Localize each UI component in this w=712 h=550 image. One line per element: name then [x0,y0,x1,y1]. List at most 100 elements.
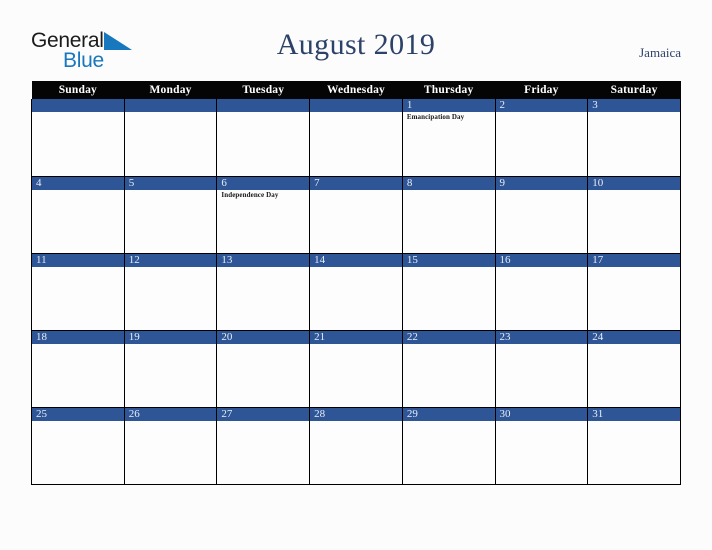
calendar-day-cell[interactable]: 8 [401,176,496,254]
calendar-day-cell[interactable]: 21 [309,330,403,408]
day-events [496,421,588,422]
day-events [496,267,588,268]
day-number: 26 [124,407,217,421]
day-number: 21 [310,330,402,344]
calendar-week-row: 18 19 20 21 22 23 24 [31,330,681,408]
day-events [588,190,680,191]
calendar-day-cell[interactable]: 14 [309,253,403,331]
calendar-day-cell[interactable]: 18 [31,330,125,408]
calendar-day-cell[interactable]: 9 [494,176,589,254]
day-events [403,190,495,191]
day-number: 8 [402,176,495,190]
calendar-day-cell[interactable]: 30 [494,407,589,485]
day-events [32,190,124,191]
day-events [588,267,680,268]
day-events [310,112,402,113]
day-number: 12 [124,253,217,267]
calendar-day-cell[interactable]: 13 [216,253,311,331]
calendar-day-cell[interactable]: 4 [31,176,125,254]
calendar-day-cell[interactable]: 28 [309,407,403,485]
day-number: 11 [32,253,124,267]
calendar-empty-cell[interactable] [216,99,311,177]
day-events [403,344,495,345]
day-events [32,344,124,345]
day-number: 7 [310,176,402,190]
day-number: 20 [217,330,310,344]
calendar-day-cell[interactable]: 24 [587,330,681,408]
weekday-header-saturday: Saturday [587,81,681,99]
weekday-header-friday: Friday [495,81,588,99]
day-number: 6 [217,176,310,190]
day-events [310,421,402,422]
calendar-week-row: 11 12 13 14 15 16 17 [31,253,681,331]
day-events [496,190,588,191]
calendar-empty-cell[interactable] [123,99,218,177]
day-events [125,267,217,268]
calendar-day-cell[interactable]: 19 [123,330,218,408]
weekday-header-wednesday: Wednesday [309,81,403,99]
calendar-empty-cell[interactable] [309,99,403,177]
calendar-day-cell[interactable]: 22 [401,330,496,408]
day-events [310,267,402,268]
weekday-header-thursday: Thursday [402,81,496,99]
calendar-day-cell[interactable]: 23 [494,330,589,408]
calendar-day-cell[interactable]: 1 Emancipation Day [401,99,496,177]
day-events: Independence Day [217,190,309,200]
calendar-day-cell[interactable]: 16 [494,253,589,331]
day-events [310,190,402,191]
calendar-day-cell[interactable]: 5 [123,176,218,254]
day-number: 31 [588,407,680,421]
day-number: 25 [32,407,124,421]
calendar-day-cell[interactable]: 10 [587,176,681,254]
calendar-day-cell[interactable]: 26 [123,407,218,485]
day-events [588,112,680,113]
day-events: Emancipation Day [403,112,495,122]
day-events [403,421,495,422]
calendar-day-cell[interactable]: 15 [401,253,496,331]
day-events [310,344,402,345]
day-number: 23 [495,330,588,344]
day-number: 19 [124,330,217,344]
day-number [310,99,402,112]
day-events [125,112,217,113]
day-number: 14 [310,253,402,267]
weekday-header-sunday: Sunday [31,81,125,99]
month-calendar-table: Sunday Monday Tuesday Wednesday Thursday… [31,81,681,485]
calendar-day-cell[interactable]: 25 [31,407,125,485]
calendar-week-row: 4 5 6 Independence Day 7 8 9 10 [31,176,681,254]
day-number: 1 [402,99,495,112]
day-number: 2 [495,99,588,112]
day-events [125,190,217,191]
calendar-day-cell[interactable]: 17 [587,253,681,331]
calendar-day-cell[interactable]: 2 [494,99,589,177]
calendar-day-cell[interactable]: 27 [216,407,311,485]
calendar-day-cell[interactable]: 31 [587,407,681,485]
day-events [496,344,588,345]
calendar-empty-cell[interactable] [31,99,125,177]
calendar-day-cell[interactable]: 3 [587,99,681,177]
day-number: 9 [495,176,588,190]
calendar-day-cell[interactable]: 29 [401,407,496,485]
day-number: 16 [495,253,588,267]
calendar-week-row: 1 Emancipation Day 2 3 [31,99,681,177]
calendar-day-cell[interactable]: 6 Independence Day [216,176,311,254]
calendar-day-cell[interactable]: 11 [31,253,125,331]
day-events [217,344,309,345]
day-events [125,344,217,345]
page-header: General Blue August 2019 Jamaica [31,26,681,76]
calendar-day-cell[interactable]: 7 [309,176,403,254]
day-number [217,99,310,112]
day-number: 29 [402,407,495,421]
day-number: 18 [32,330,124,344]
calendar-day-cell[interactable]: 12 [123,253,218,331]
holiday-event-label: Emancipation Day [406,113,465,121]
day-events [217,112,309,113]
calendar-day-cell[interactable]: 20 [216,330,311,408]
day-number: 28 [310,407,402,421]
day-number: 24 [588,330,680,344]
day-number: 4 [32,176,124,190]
day-number: 22 [402,330,495,344]
day-number: 3 [588,99,680,112]
day-number: 27 [217,407,310,421]
day-number: 10 [588,176,680,190]
